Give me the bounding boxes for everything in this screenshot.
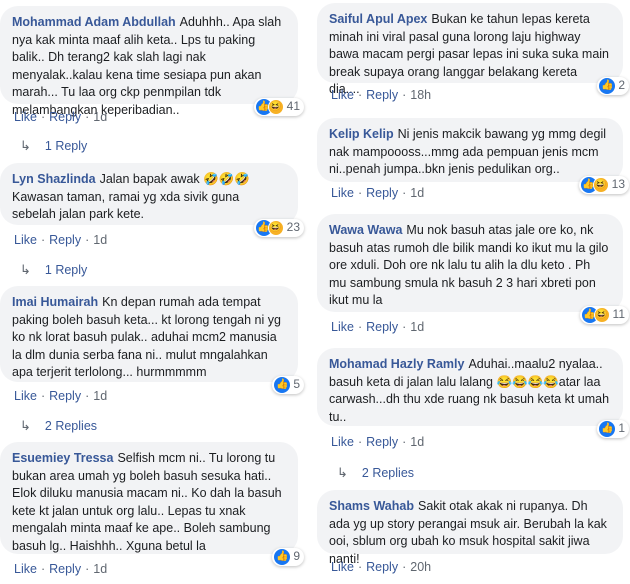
reply-button[interactable]: Reply [366, 88, 398, 102]
comment-timestamp[interactable]: 1d [93, 233, 107, 247]
comment-timestamp[interactable]: 1d [410, 186, 424, 200]
reply-button[interactable]: Reply [366, 435, 398, 449]
comment-actions: Like · Reply · 18h [331, 88, 432, 102]
reaction-summary[interactable]: 👍 5 [272, 376, 304, 394]
reply-button[interactable]: Reply [49, 110, 81, 124]
comment-timestamp[interactable]: 1d [410, 435, 424, 449]
reaction-summary[interactable]: 👍 😆 13 [578, 176, 629, 194]
haha-icon: 😆 [592, 177, 609, 193]
reaction-summary[interactable]: 👍 😆 41 [253, 98, 304, 116]
comment-bubble: Esuemiey Tressa Selfish mcm ni.. Tu loron… [0, 442, 304, 566]
comment: Shams Wahab Sakit otak akak ni rupanya. D… [317, 490, 627, 574]
like-icon: 👍 [274, 549, 291, 565]
comment: Kelip Kelip Ni jenis makcik bawang yg mmg… [317, 118, 629, 200]
like-button[interactable]: Like [331, 320, 354, 334]
comment-author[interactable]: Lyn Shazlinda [12, 172, 96, 186]
like-icon: 👍 [599, 78, 616, 94]
like-button[interactable]: Like [14, 389, 37, 403]
comment-actions: Like · Reply · 1d [331, 435, 425, 449]
reaction-summary[interactable]: 👍 9 [272, 548, 304, 566]
comment-timestamp[interactable]: 1d [93, 562, 107, 576]
comment-actions: Like · Reply · 1d [331, 186, 425, 200]
like-button[interactable]: Like [14, 233, 37, 247]
like-icon: 👍 [599, 421, 616, 437]
comment-actions: Like · Reply · 1d [14, 389, 108, 403]
reply-button[interactable]: Reply [366, 560, 398, 574]
reply-arrow-icon: ↳ [20, 138, 31, 153]
reaction-summary[interactable]: 👍 2 [597, 77, 629, 95]
like-button[interactable]: Like [14, 562, 37, 576]
comment-author[interactable]: Imai Humairah [12, 295, 98, 309]
comment-actions: Like · Reply · 1d [14, 110, 108, 124]
view-replies-link[interactable]: ↳ 1 Reply [20, 262, 87, 278]
comment-author[interactable]: Kelip Kelip [329, 127, 394, 141]
like-button[interactable]: Like [331, 435, 354, 449]
comment-actions: Like · Reply · 20h [331, 560, 432, 574]
comment-author[interactable]: Esuemiey Tressa [12, 451, 113, 465]
reply-arrow-icon: ↳ [337, 465, 348, 480]
comment-actions: Like · Reply · 1d [331, 320, 425, 334]
reply-button[interactable]: Reply [49, 389, 81, 403]
like-button[interactable]: Like [331, 186, 354, 200]
comment-author[interactable]: Shams Wahab [329, 499, 414, 513]
reply-arrow-icon: ↳ [20, 418, 31, 433]
comment: Saiful Apul Apex Bukan ke tahun lepas ker… [317, 3, 629, 102]
comment-bubble: Imai Humairah Kn depan rumah ada tempat p… [0, 286, 304, 394]
like-button[interactable]: Like [331, 560, 354, 574]
like-icon: 👍 [274, 377, 291, 393]
comment-timestamp[interactable]: 1d [93, 389, 107, 403]
reaction-summary[interactable]: 👍 😆 11 [579, 306, 629, 324]
haha-icon: 😆 [593, 307, 610, 323]
comment-actions: Like · Reply · 1d [14, 562, 108, 576]
comment-bubble: Shams Wahab Sakit otak akak ni rupanya. D… [317, 490, 623, 566]
comment-timestamp[interactable]: 18h [410, 88, 431, 102]
comment-bubble: Lyn Shazlinda Jalan bapak awak 🤣🤣🤣 Kawasa… [0, 163, 304, 237]
comment-bubble: Mohammad Adam Abdullah Aduhhh.. Apa slah … [0, 6, 304, 117]
like-button[interactable]: Like [331, 88, 354, 102]
comment-bubble: Saiful Apul Apex Bukan ke tahun lepas ker… [317, 3, 629, 96]
haha-icon: 😆 [267, 220, 284, 236]
comment-text: Selfish mcm ni.. Tu lorong tu bukan area… [12, 451, 282, 553]
comment: Lyn Shazlinda Jalan bapak awak 🤣🤣🤣 Kawasa… [0, 163, 304, 247]
like-button[interactable]: Like [14, 110, 37, 124]
comment-text: Aduhhh.. Apa slah nya kak minta maaf ali… [12, 15, 282, 117]
comment-bubble: Mohamad Hazly Ramly Aduhai..maalu2 nyalaa… [317, 348, 629, 438]
haha-icon: 😆 [267, 99, 284, 115]
reply-button[interactable]: Reply [49, 233, 81, 247]
comment-author[interactable]: Saiful Apul Apex [329, 12, 427, 26]
comment: Imai Humairah Kn depan rumah ada tempat p… [0, 286, 304, 403]
comment-timestamp[interactable]: 1d [93, 110, 107, 124]
comment-bubble: Wawa Wawa Mu nok basuh atas jale ore ko, … [317, 214, 629, 324]
comment: Mohammad Adam Abdullah Aduhhh.. Apa slah … [0, 6, 304, 124]
reply-button[interactable]: Reply [49, 562, 81, 576]
reply-button[interactable]: Reply [366, 320, 398, 334]
comment-timestamp[interactable]: 1d [410, 320, 424, 334]
comment: Wawa Wawa Mu nok basuh atas jale ore ko, … [317, 214, 629, 334]
comment-author[interactable]: Wawa Wawa [329, 223, 402, 237]
reply-button[interactable]: Reply [366, 186, 398, 200]
comment-timestamp[interactable]: 20h [410, 560, 431, 574]
comment: Mohamad Hazly Ramly Aduhai..maalu2 nyalaa… [317, 348, 629, 449]
comment-author[interactable]: Mohammad Adam Abdullah [12, 15, 176, 29]
view-replies-link[interactable]: ↳ 2 Replies [20, 418, 97, 434]
reply-arrow-icon: ↳ [20, 262, 31, 277]
reaction-summary[interactable]: 👍 1 [597, 420, 629, 438]
view-replies-link[interactable]: ↳ 2 Replies [337, 465, 414, 481]
reaction-summary[interactable]: 👍 😆 23 [253, 219, 304, 237]
comment-author[interactable]: Mohamad Hazly Ramly [329, 357, 464, 371]
comment-actions: Like · Reply · 1d [14, 233, 108, 247]
view-replies-link[interactable]: ↳ 1 Reply [20, 138, 87, 154]
comment: Esuemiey Tressa Selfish mcm ni.. Tu loron… [0, 442, 304, 576]
comment-bubble: Kelip Kelip Ni jenis makcik bawang yg mmg… [317, 118, 629, 194]
